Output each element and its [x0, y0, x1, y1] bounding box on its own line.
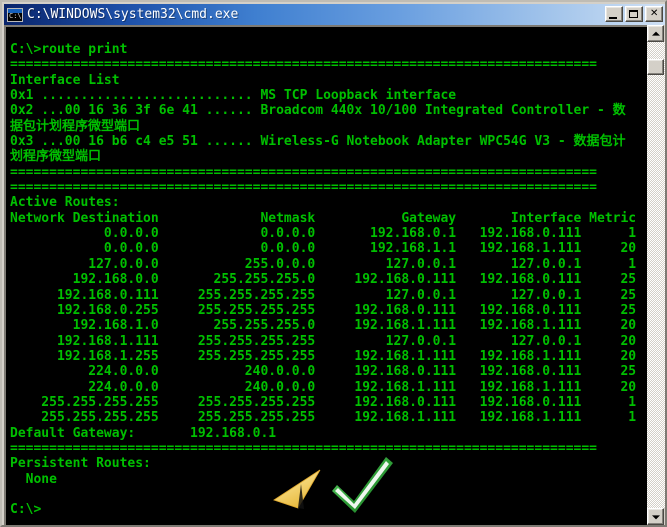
console-area: C:\>route print ========================… [4, 25, 665, 525]
console-screen[interactable]: C:\>route print ========================… [4, 25, 647, 525]
minimize-icon [609, 17, 617, 19]
cmd-window: C:\ C:\WINDOWS\system32\cmd.exe ✕ C:\>ro… [0, 0, 667, 527]
maximize-icon [629, 10, 638, 18]
window-title: C:\WINDOWS\system32\cmd.exe [27, 7, 239, 22]
title-bar[interactable]: C:\ C:\WINDOWS\system32\cmd.exe ✕ [4, 4, 665, 25]
close-button[interactable]: ✕ [645, 6, 663, 22]
cmd-console-icon: C:\ [7, 7, 23, 22]
minimize-button[interactable] [605, 6, 623, 22]
scroll-up-arrow[interactable] [647, 25, 664, 42]
scroll-thumb[interactable] [647, 59, 664, 75]
close-icon: ✕ [650, 8, 659, 19]
window-controls: ✕ [605, 6, 663, 22]
icon-prompt-glyph: C:\ [9, 11, 22, 20]
chevron-down-icon [651, 514, 660, 519]
scrollbar-track[interactable] [647, 42, 665, 508]
scroll-down-arrow[interactable] [647, 508, 664, 525]
console-output: C:\>route print ========================… [10, 42, 637, 518]
chevron-up-icon [651, 31, 660, 36]
vertical-scrollbar[interactable] [647, 25, 665, 525]
maximize-button[interactable] [625, 6, 643, 22]
